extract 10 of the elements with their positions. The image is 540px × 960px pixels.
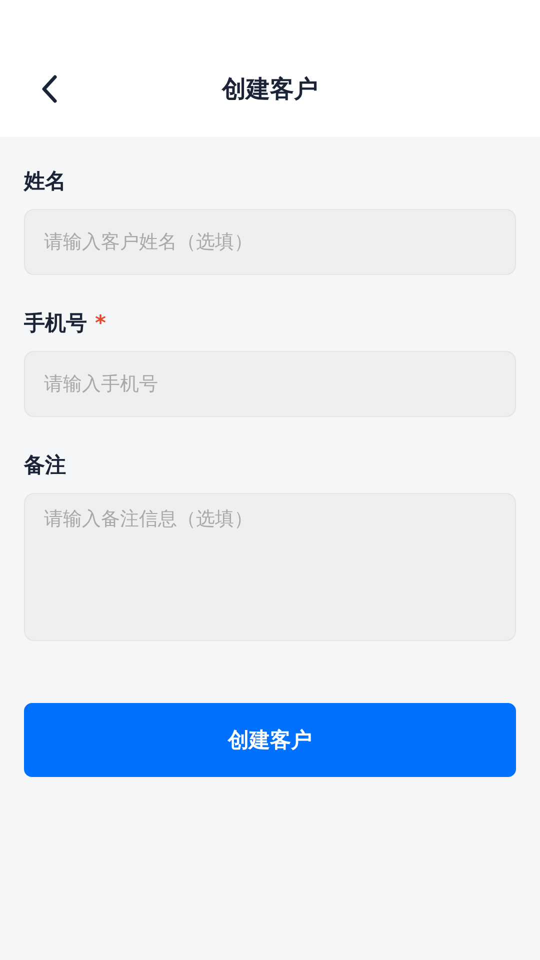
field-label: 备注	[24, 452, 66, 479]
page-title: 创建客户	[222, 74, 318, 104]
input-field[interactable]: 请输入手机号	[24, 351, 516, 417]
field-label: 姓名	[24, 168, 66, 195]
field-label: 手机号	[24, 310, 87, 337]
create-button[interactable]: 创建客户	[24, 703, 516, 777]
notes-field[interactable]: 请输入备注信息（选填）	[24, 493, 516, 641]
back-icon	[40, 74, 58, 104]
required-mark: *	[95, 311, 106, 335]
input-field[interactable]: 请输入客户姓名（选填）	[24, 209, 516, 275]
